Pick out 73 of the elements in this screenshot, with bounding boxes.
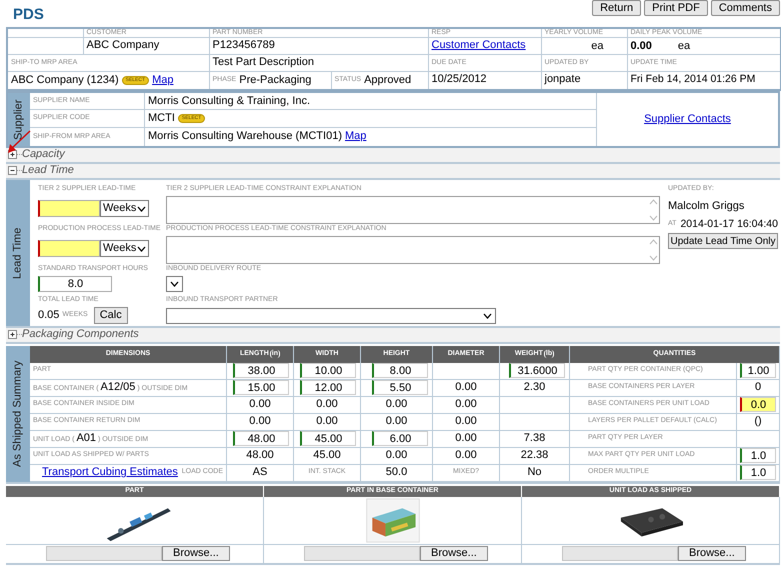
cell-value: 0.00 (455, 432, 477, 445)
field-value: 0.00 (630, 40, 652, 52)
cell-value: 0.00 (455, 398, 477, 411)
unit-dropdown[interactable]: Weeks (100, 200, 149, 217)
field-value: MCTI (148, 112, 175, 125)
input-field[interactable]: 1.0 (740, 465, 776, 480)
section-title[interactable]: Packaging Components (22, 328, 139, 341)
cell-value: 2.30 (524, 381, 546, 394)
input-field[interactable]: 12.00 (300, 380, 356, 395)
cell-value: 48.00 (246, 449, 274, 462)
section-title[interactable]: Capacity (22, 148, 65, 161)
field-value: Fri Feb 14, 2014 01:26 PM (630, 73, 756, 86)
field-value: ea (591, 40, 604, 52)
update-button[interactable]: Update Lead Time Only (668, 233, 778, 250)
cell-value: 0.00 (455, 415, 477, 428)
field-value: Approved (364, 74, 412, 86)
field-value: 10/25/2012 (432, 73, 487, 86)
cell-value: 0.00 (249, 415, 271, 428)
link[interactable]: Supplier Contacts (644, 112, 731, 126)
cell-value: 22.38 (520, 449, 548, 462)
toolbar-button[interactable]: Comments (710, 0, 780, 16)
cell-value: 0.00 (455, 449, 477, 462)
input-field[interactable]: 5.50 (372, 380, 428, 395)
page-title: PDS (13, 6, 44, 24)
field-value: P123456789 (212, 39, 275, 51)
field-value: jonpate (544, 73, 581, 86)
field-value: ea (678, 40, 690, 52)
input-field[interactable]: 6.00 (372, 431, 428, 446)
unit-dropdown[interactable]: Weeks (100, 240, 149, 257)
cell-value: 0.00 (386, 449, 408, 462)
section-title[interactable]: Lead Time (22, 164, 74, 177)
cell-value: AS (252, 466, 268, 479)
cell-value: () (754, 415, 762, 428)
input-field[interactable]: 45.00 (300, 431, 356, 446)
cell-value: 0.00 (316, 415, 338, 428)
input-field[interactable]: 15.00 (233, 380, 289, 395)
input-field[interactable]: 10.00 (300, 363, 356, 378)
cell-value: 50.0 (386, 466, 408, 479)
input-field[interactable]: 48.00 (233, 431, 289, 446)
cell-value: 0.00 (386, 398, 408, 411)
input-field[interactable]: 8.0 (38, 276, 112, 292)
field-value: 0.05 (38, 309, 60, 322)
cell-value: 0.00 (455, 381, 477, 394)
input-field[interactable]: 0.0 (740, 397, 776, 412)
input-field[interactable]: 31.6000 (509, 363, 565, 378)
field-value: 2014-01-17 16:04:40 (680, 218, 778, 230)
calc-button[interactable]: Calc (94, 307, 128, 324)
browse-button[interactable]: Browse... (678, 546, 746, 561)
cell-value: 0 (754, 381, 762, 394)
cell-value: 0.00 (386, 415, 408, 428)
input-field[interactable]: 8.00 (372, 363, 428, 378)
cell-value: 0.00 (249, 398, 271, 411)
field-value: ABC Company (1234) (11, 74, 119, 86)
cell-value: No (527, 466, 542, 479)
field-value: Test Part Description (212, 56, 314, 68)
link[interactable]: Map (344, 130, 366, 143)
input-field[interactable]: 1.0 (740, 448, 776, 463)
updated-by-name: Malcolm Griggs (668, 200, 746, 212)
cell-value: 45.00 (313, 449, 341, 462)
browse-button[interactable]: Browse... (162, 546, 230, 561)
field-value: Pre-Packaging (239, 74, 312, 86)
input-field[interactable]: 38.00 (233, 363, 289, 378)
field-value: Morris Consulting Warehouse (MCTI01) (148, 130, 342, 143)
input-field[interactable]: 1.00 (740, 363, 776, 378)
cell-value: 7.38 (524, 432, 546, 445)
toolbar-button[interactable]: Return (592, 0, 642, 16)
field-value: ABC Company (86, 39, 160, 51)
field-value: Morris Consulting & Training, Inc. (148, 94, 310, 108)
toolbar-button[interactable]: Print PDF (644, 0, 708, 16)
link[interactable]: Transport Cubing Estimates (42, 466, 178, 479)
cell-value: 0.00 (316, 398, 338, 411)
browse-button[interactable]: Browse... (420, 546, 488, 561)
link[interactable]: Map (152, 74, 174, 86)
